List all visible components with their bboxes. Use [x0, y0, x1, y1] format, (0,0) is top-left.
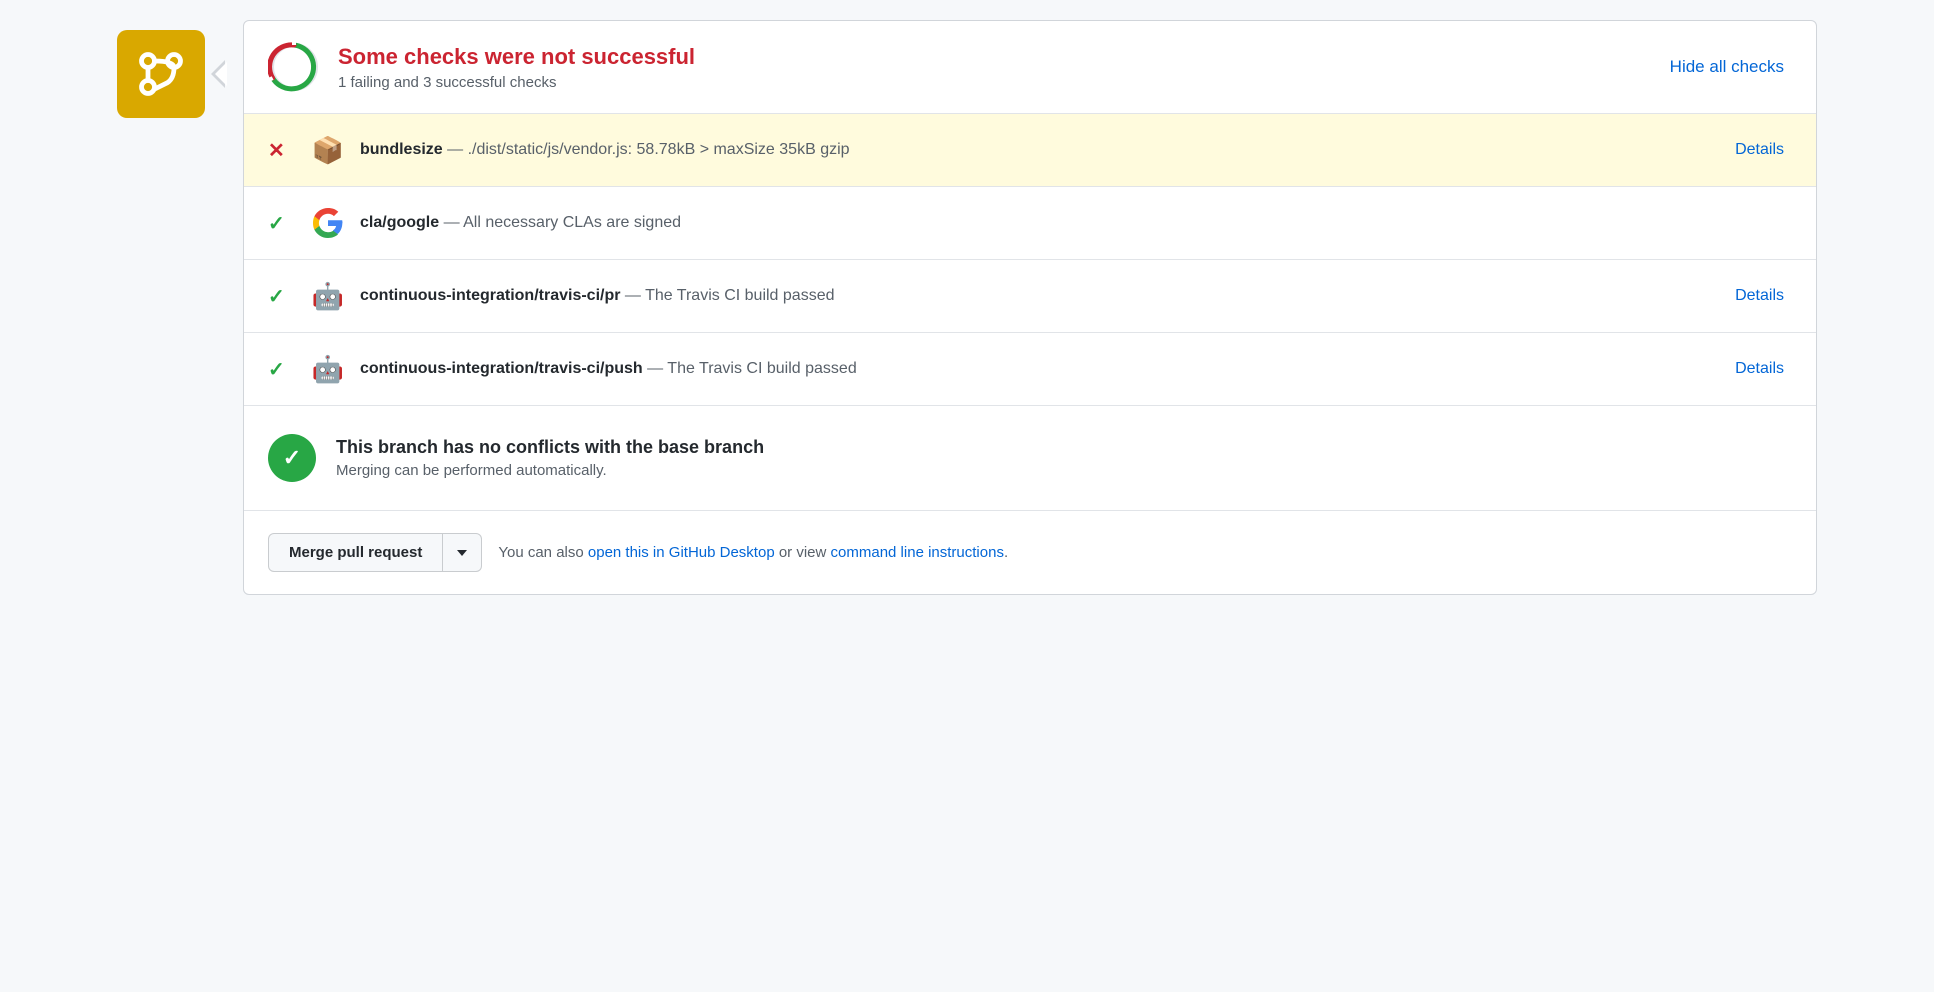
merge-pull-request-button[interactable]: Merge pull request	[268, 533, 442, 572]
hide-all-checks-button[interactable]: Hide all checks	[1662, 53, 1792, 81]
check-status-pass-travis-push: ✓	[268, 357, 296, 382]
travis-pr-name: continuous-integration/travis-ci/pr	[360, 287, 620, 304]
merge-button-group: Merge pull request	[268, 533, 482, 572]
merge-action: Merge pull request You can also open thi…	[244, 511, 1816, 594]
chevron-down-icon	[457, 550, 467, 556]
travis-push-details-link[interactable]: Details	[1727, 356, 1792, 382]
check-row-bundlesize: ✕ 📦 bundlesize — ./dist/static/js/vendor…	[244, 114, 1816, 187]
check-row-travis-push: ✓ 🤖 continuous-integration/travis-ci/pus…	[244, 333, 1816, 405]
travis-pr-icon: 🤖	[310, 278, 346, 314]
check-status-pass-travis-pr: ✓	[268, 284, 296, 309]
cla-google-label: cla/google — All necessary CLAs are sign…	[360, 214, 1792, 232]
x-mark-icon: ✕	[268, 138, 285, 163]
check-row-cla-google: ✓ cla/google — All necessary CLAs are si…	[244, 187, 1816, 260]
card-header: Some checks were not successful 1 failin…	[244, 21, 1816, 114]
travis-push-desc: — The Travis CI build passed	[643, 360, 857, 377]
checks-subtitle: 1 failing and 3 successful checks	[338, 74, 695, 91]
check-mark-icon-travis-pr: ✓	[268, 284, 285, 309]
command-line-instructions-link[interactable]: command line instructions	[831, 544, 1004, 561]
check-mark-icon-travis-push: ✓	[268, 357, 285, 382]
merge-checkmark-icon: ✓	[283, 445, 301, 471]
travis-push-label: continuous-integration/travis-ci/push — …	[360, 360, 1727, 378]
merge-text: This branch has no conflicts with the ba…	[336, 437, 764, 479]
travis-push-icon: 🤖	[310, 351, 346, 387]
bundlesize-name: bundlesize	[360, 141, 443, 158]
merge-info-after: .	[1004, 544, 1008, 561]
bundlesize-desc: — ./dist/static/js/vendor.js: 58.78kB > …	[443, 141, 850, 158]
main-card: Some checks were not successful 1 failin…	[243, 20, 1817, 595]
checks-status-icon	[268, 41, 320, 93]
merge-info-before: You can also	[498, 544, 588, 561]
header-left: Some checks were not successful 1 failin…	[268, 41, 695, 93]
git-icon-box	[117, 30, 205, 118]
check-mark-icon-cla: ✓	[268, 211, 285, 236]
check-status-pass-cla: ✓	[268, 211, 296, 236]
bundlesize-details-link[interactable]: Details	[1727, 137, 1792, 163]
merge-dropdown-button[interactable]	[442, 533, 482, 572]
merge-section: ✓ This branch has no conflicts with the …	[244, 406, 1816, 511]
cla-google-name: cla/google	[360, 214, 439, 231]
header-text: Some checks were not successful 1 failin…	[338, 44, 695, 91]
travis-push-name: continuous-integration/travis-ci/push	[360, 360, 643, 377]
check-row-travis-pr: ✓ 🤖 continuous-integration/travis-ci/pr …	[244, 260, 1816, 333]
cla-google-desc: — All necessary CLAs are signed	[439, 214, 681, 231]
merge-status-title: This branch has no conflicts with the ba…	[336, 437, 764, 458]
merge-status-subtitle: Merging can be performed automatically.	[336, 462, 764, 479]
travis-pr-details-link[interactable]: Details	[1727, 283, 1792, 309]
arrow-connector	[205, 44, 233, 104]
bundlesize-label: bundlesize — ./dist/static/js/vendor.js:…	[360, 141, 1727, 159]
checks-list: ✕ 📦 bundlesize — ./dist/static/js/vendor…	[244, 114, 1816, 406]
bundlesize-icon: 📦	[310, 132, 346, 168]
travis-pr-desc: — The Travis CI build passed	[620, 287, 834, 304]
merge-status-circle: ✓	[268, 434, 316, 482]
google-g-svg	[312, 207, 344, 239]
checks-title: Some checks were not successful	[338, 44, 695, 70]
travis-pr-label: continuous-integration/travis-ci/pr — Th…	[360, 287, 1727, 305]
cla-google-icon	[310, 205, 346, 241]
check-status-fail: ✕	[268, 138, 296, 163]
merge-info-middle: or view	[775, 544, 831, 561]
merge-action-text: You can also open this in GitHub Desktop…	[498, 544, 1008, 561]
git-merge-icon	[135, 48, 187, 100]
open-in-github-desktop-link[interactable]: open this in GitHub Desktop	[588, 544, 775, 561]
